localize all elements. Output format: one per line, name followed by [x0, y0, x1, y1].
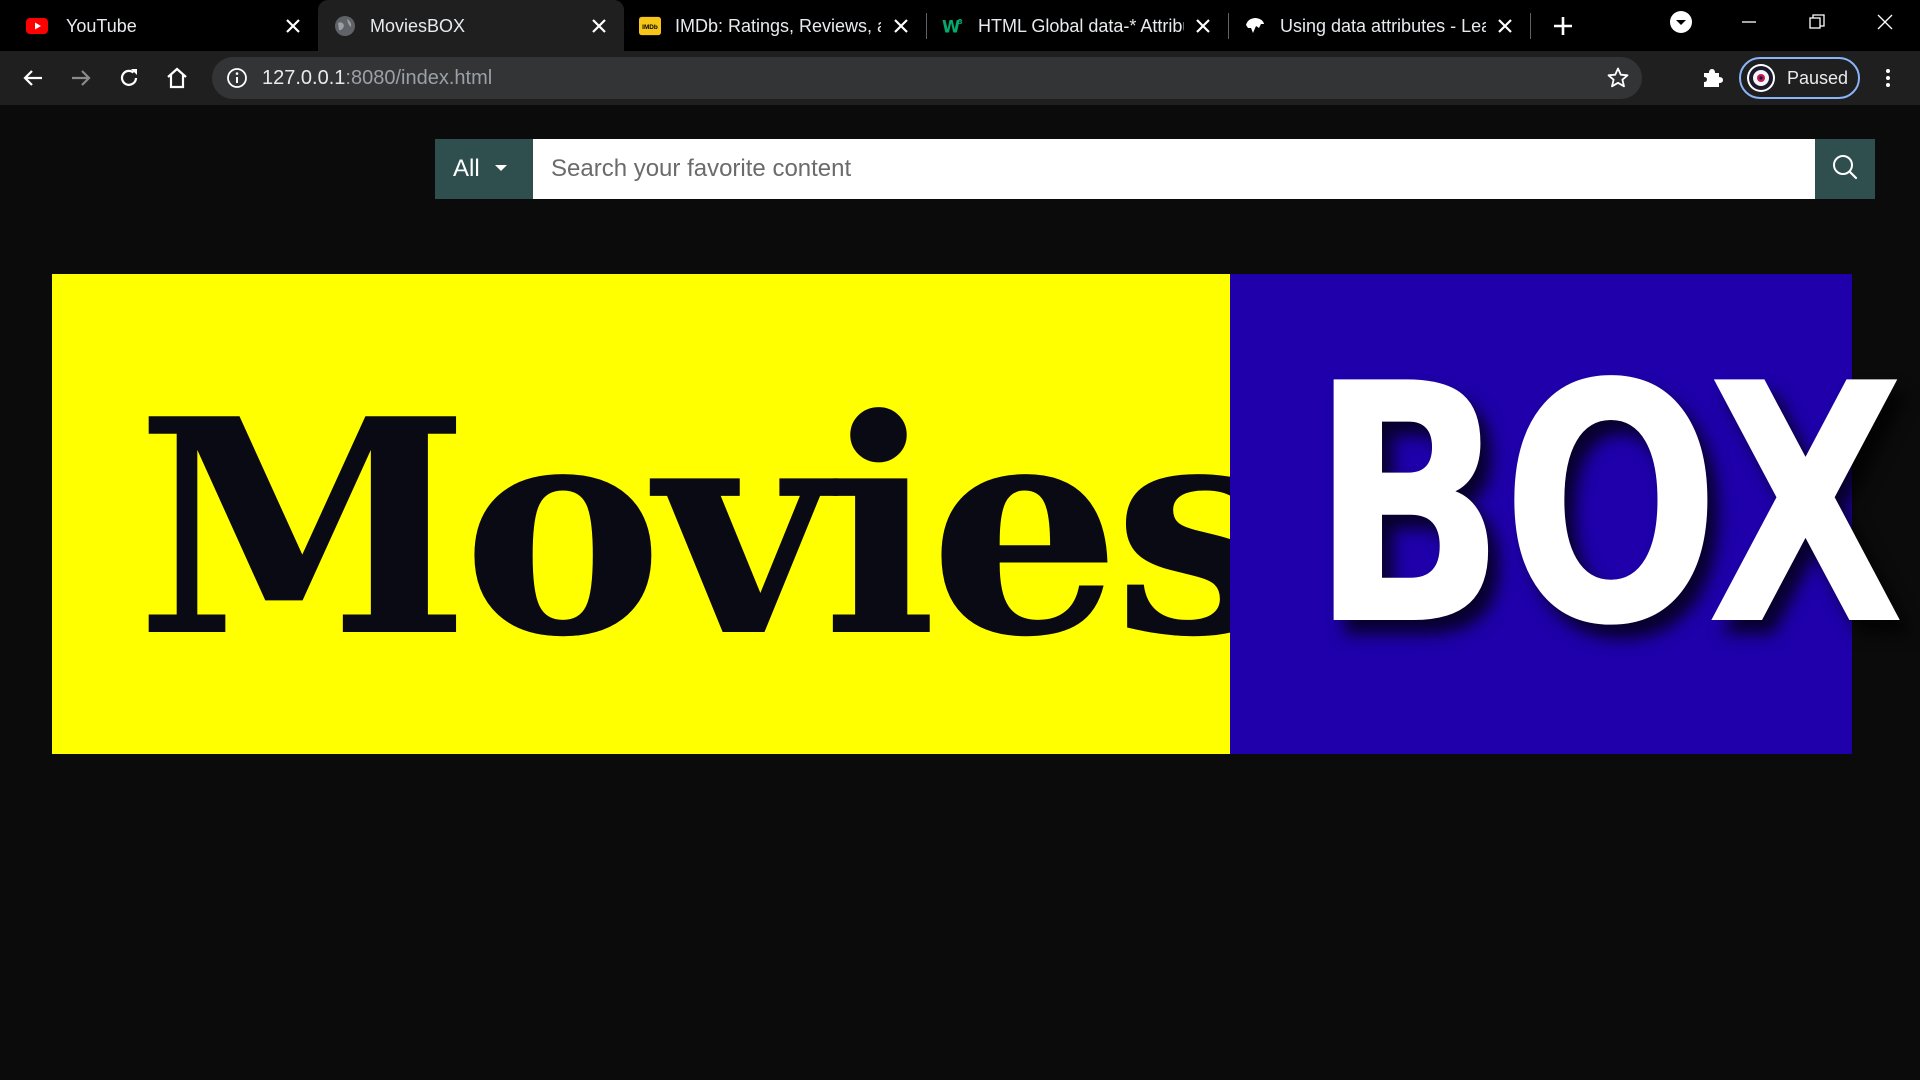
youtube-icon — [26, 15, 48, 37]
logo-movies-text: Movies — [136, 354, 1283, 702]
mdn-icon — [1244, 15, 1266, 37]
category-label: All — [453, 155, 480, 182]
profile-status-label: Paused — [1787, 68, 1849, 88]
svg-text:3: 3 — [958, 17, 963, 26]
forward-arrow-icon[interactable] — [66, 63, 96, 93]
new-tab-plus-icon[interactable] — [1548, 11, 1578, 41]
back-arrow-icon[interactable] — [18, 63, 48, 93]
url-text: 127.0.0.1:8080/index.html — [262, 67, 493, 89]
moviesbox-logo-banner: Movies BOX — [52, 274, 1905, 754]
tab-title: HTML Global data-* Attributes — [978, 16, 1184, 36]
search-button[interactable] — [1815, 139, 1875, 199]
tab-w3schools[interactable]: W3 HTML Global data-* Attributes — [927, 0, 1229, 51]
svg-text:IMDb: IMDb — [642, 24, 658, 31]
reload-icon[interactable] — [114, 63, 144, 93]
caret-down-icon — [494, 160, 508, 178]
browser-toolbar: 127.0.0.1:8080/index.html Paused — [0, 51, 1920, 105]
profile-button[interactable]: Paused — [1739, 57, 1860, 99]
tab-title: MoviesBOX — [370, 16, 466, 36]
search-bar: All — [435, 139, 1875, 199]
tab-title: YouTube — [66, 16, 137, 36]
search-input[interactable] — [533, 139, 1815, 199]
logo-left-panel: Movies — [52, 274, 1283, 754]
tab-imdb[interactable]: IMDb IMDb: Ratings, Reviews, and Where t… — [624, 0, 926, 51]
close-icon[interactable] — [1191, 14, 1215, 38]
page-viewport: All Movies BOX — [0, 105, 1920, 1080]
tab-search-icon[interactable] — [1648, 0, 1714, 44]
tab-youtube[interactable]: YouTube — [0, 0, 318, 51]
tab-moviesbox[interactable]: MoviesBOX — [318, 0, 624, 51]
address-bar[interactable]: 127.0.0.1:8080/index.html — [212, 57, 1642, 99]
search-icon — [1831, 153, 1859, 186]
avatar — [1747, 64, 1775, 92]
category-dropdown[interactable]: All — [435, 139, 533, 199]
close-icon[interactable] — [281, 14, 305, 38]
tab-mdn[interactable]: Using data attributes - Learn web develo… — [1229, 0, 1531, 51]
globe-icon — [334, 15, 356, 37]
tab-title: Using data attributes - Learn web develo… — [1280, 16, 1486, 36]
imdb-icon: IMDb — [639, 15, 661, 37]
tab-strip: YouTube MoviesBOX IMDb IMDb: Ratings, Re… — [0, 0, 1920, 51]
site-info-icon[interactable] — [226, 67, 248, 89]
home-icon[interactable] — [162, 63, 192, 93]
close-icon[interactable] — [889, 14, 913, 38]
more-menu-icon[interactable] — [1873, 63, 1903, 93]
minimize-icon[interactable] — [1716, 0, 1782, 44]
extensions-puzzle-icon[interactable] — [1697, 63, 1727, 93]
bookmark-star-icon[interactable] — [1606, 66, 1630, 90]
close-window-icon[interactable] — [1852, 0, 1918, 44]
tab-title: IMDb: Ratings, Reviews, and Where to Wat… — [675, 16, 881, 36]
close-icon[interactable] — [587, 14, 611, 38]
w3schools-icon: W3 — [942, 15, 964, 37]
restore-icon[interactable] — [1784, 0, 1850, 44]
logo-box-text: BOX — [1310, 314, 1905, 698]
logo-right-panel: BOX — [1230, 274, 1905, 754]
tab-divider — [1530, 13, 1531, 39]
close-icon[interactable] — [1493, 14, 1517, 38]
